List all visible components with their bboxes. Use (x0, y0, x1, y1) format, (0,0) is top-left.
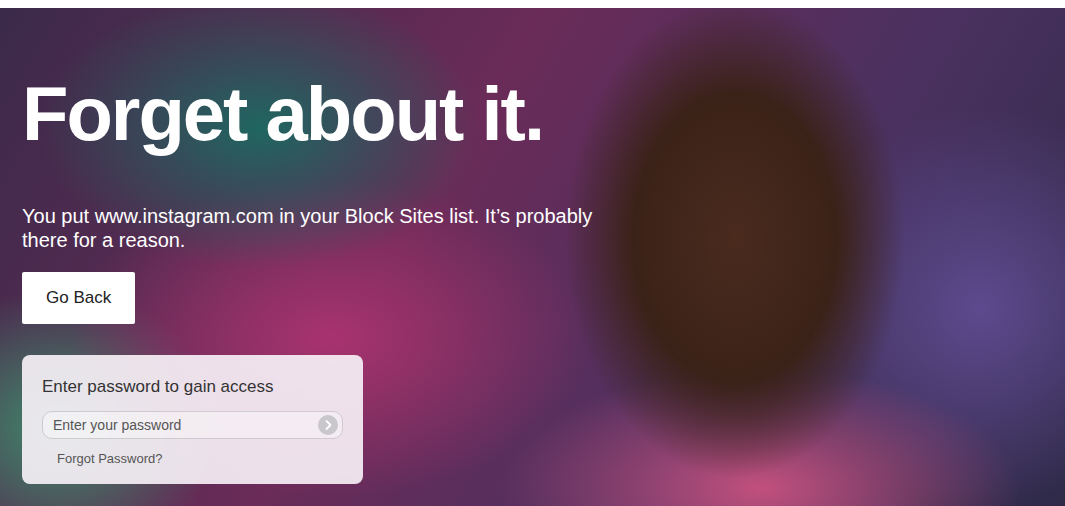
actions: Go Back (22, 272, 135, 324)
content: Forget about it. You put www.instagram.co… (0, 8, 1065, 484)
go-back-button[interactable]: Go Back (22, 272, 135, 324)
block-page: Forget about it. You put www.instagram.co… (0, 0, 1065, 506)
password-field (42, 411, 343, 439)
block-message: You put www.instagram.com in your Block … (22, 204, 602, 252)
password-card: Enter password to gain access Forgot Pass… (22, 355, 363, 484)
password-input[interactable] (53, 414, 312, 436)
page-title: Forget about it. (22, 76, 543, 152)
submit-arrow-icon[interactable] (318, 415, 338, 435)
password-label: Enter password to gain access (42, 377, 343, 397)
forgot-password-link[interactable]: Forgot Password? (57, 451, 343, 466)
